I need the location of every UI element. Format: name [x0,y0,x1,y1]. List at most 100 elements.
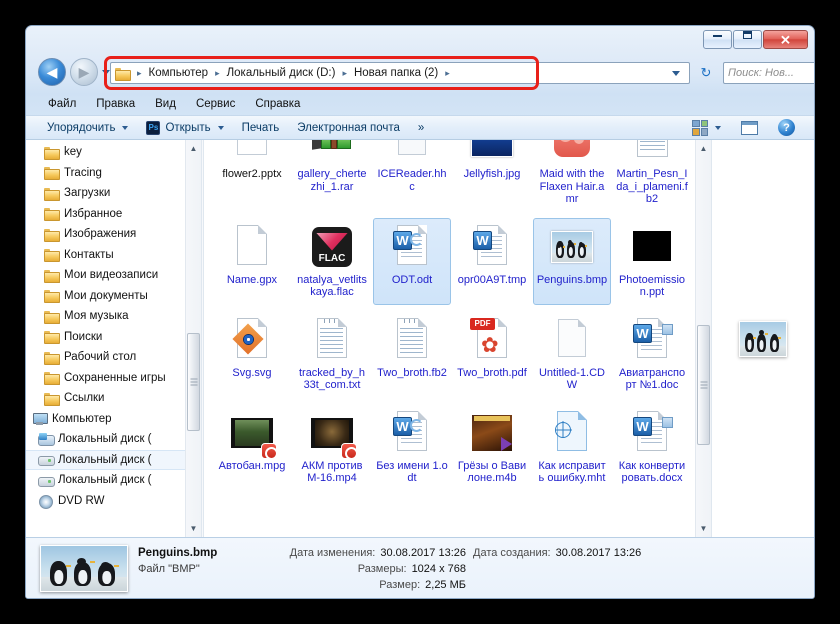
scrollbar-thumb[interactable] [187,333,200,431]
menu-item-edit[interactable]: Правка [86,96,145,112]
file-item[interactable]: Maid with the Flaxen Hair.amr [533,140,611,212]
sidebar-item-11[interactable]: Сохраненные игры [26,368,187,389]
file-item[interactable]: Автобан.mpg [213,404,291,491]
chevron-down-icon [217,125,224,130]
file-item[interactable]: FLAC natalya_vetlitskaya.flac [293,218,371,305]
help-button[interactable]: ? [769,116,804,139]
organize-button[interactable]: Упорядочить [38,119,137,137]
file-item[interactable]: gallery_chertezhi_1.rar [293,140,371,212]
sidebar-item-14[interactable]: Локальный диск ( [26,429,187,450]
file-item[interactable]: Name.gpx [213,218,291,305]
breadcrumb-item-drive[interactable]: Локальный диск (D:) [224,67,339,79]
file-name-label: opr00A9T.tmp [457,273,527,286]
sidebar-item-1[interactable]: Tracing [26,163,187,184]
menu-item-file[interactable]: Файл [38,96,86,112]
sidebar-item-10[interactable]: Рабочий стол [26,347,187,368]
open-label: Открыть [165,121,211,134]
sidebar-item-13[interactable]: Компьютер [26,409,187,430]
sidebar-item-label: Избранное [64,207,123,220]
file-item[interactable]: Photoemission.ppt [613,218,691,305]
file-name-label: Name.gpx [226,273,278,286]
print-button[interactable]: Печать [233,119,289,137]
file-item[interactable]: Martin_Pesn_Ida_i_plameni.fb2 [613,140,691,212]
scroll-down-icon[interactable]: ▼ [696,520,711,537]
file-item[interactable]: Jellyfish.jpg [453,140,531,212]
search-box[interactable]: Поиск: Нов... 🔍 [723,62,814,84]
penguin-beak [66,564,71,567]
sidebar-item-15[interactable]: Локальный диск ( [26,449,187,470]
scroll-up-icon[interactable]: ▲ [186,140,201,157]
sidebar-item-16[interactable]: Локальный диск ( [26,470,187,491]
sidebar-item-label: Сохраненные игры [64,371,166,384]
menu-item-help[interactable]: Справка [245,96,310,112]
close-button[interactable]: ✕ [763,30,808,49]
scroll-up-icon[interactable]: ▲ [696,140,711,157]
sidebar-item-17[interactable]: DVD RW [26,491,187,512]
maximize-button[interactable] [733,30,762,49]
view-options-button[interactable] [683,117,730,139]
penguin-head [101,561,110,569]
file-item[interactable]: Wopr00A9T.tmp [453,218,531,305]
sidebar-item-label: Tracing [64,166,102,179]
breadcrumb-item-computer[interactable]: Компьютер [146,67,212,79]
scrollbar-track[interactable] [696,157,711,520]
folder-icon [44,146,60,160]
overflow-button[interactable]: » [409,119,433,137]
sidebar-item-5[interactable]: Контакты [26,245,187,266]
scrollbar-track[interactable] [186,157,201,520]
sidebar-item-3[interactable]: ★ Избранное [26,204,187,225]
file-item[interactable]: PDF ✿ Two_broth.pdf [453,311,531,398]
file-item[interactable]: Грёзы о Вавилоне.m4b [453,404,531,491]
sidebar-item-8[interactable]: ♪ Моя музыка [26,306,187,327]
file-thumbnail: W [388,409,436,457]
sidebar-item-4[interactable]: Изображения [26,224,187,245]
word-badge-icon: W [633,323,652,343]
minimize-button[interactable] [703,30,732,49]
navigation-scrollbar[interactable]: ▲ ▼ [185,140,201,537]
file-thumbnail [548,223,596,271]
photoshop-icon: Ps [146,120,161,135]
file-item[interactable]: АКМ против М-16.mp4 [293,404,371,491]
scrollbar-thumb[interactable] [697,325,710,445]
file-item[interactable]: flower2.pptx [213,140,291,212]
file-item[interactable]: tracked_by_h33t_com.txt [293,311,371,398]
odt-ring-icon [410,418,423,432]
sidebar-item-6[interactable]: Мои видеозаписи [26,265,187,286]
file-item[interactable]: Untitled-1.CDW [533,311,611,398]
menu-item-tools[interactable]: Сервис [186,96,245,112]
file-item[interactable]: W Авиатранспорт №1.doc [613,311,691,398]
file-item[interactable]: Two_broth.fb2 [373,311,451,398]
file-item[interactable]: Svg.svg [213,311,291,398]
file-item[interactable]: ICEReader.hhc [373,140,451,212]
sidebar-item-12[interactable]: ↱ Ссылки [26,388,187,409]
sidebar-item-label: Рабочий стол [64,351,137,364]
file-list-pane[interactable]: flower2.pptx gallery_chertezhi_1.rar ICERe… [204,140,711,537]
sidebar-item-9[interactable]: ⌕ Поиски [26,327,187,348]
breadcrumb-item-folder[interactable]: Новая папка (2) [351,67,441,79]
menu-item-view[interactable]: Вид [145,96,186,112]
address-bar-wrapper: ▸ Компьютер ▸ Локальный диск (D:) ▸ Нова… [110,62,690,84]
refresh-button[interactable]: ↻ [694,62,718,84]
file-item[interactable]: Как исправить ошибку.mht [533,404,611,491]
address-dropdown-icon[interactable] [672,70,680,76]
sidebar-item-label: Поиски [64,330,103,343]
scroll-down-icon[interactable]: ▼ [186,520,201,537]
open-button[interactable]: Ps Открыть [137,118,232,138]
file-item[interactable]: Penguins.bmp [533,217,611,305]
recent-locations-icon[interactable] [102,70,110,75]
back-button[interactable]: ◀ [38,58,66,86]
sidebar-item-7[interactable]: Мои документы [26,286,187,307]
file-item[interactable]: W ODT.odt [373,217,451,305]
search-input[interactable]: Поиск: Нов... [728,67,814,79]
file-item[interactable]: W Как конвертировать.docx [613,404,691,491]
file-list-scrollbar[interactable]: ▲ ▼ [695,140,711,537]
file-name-label: tracked_by_h33t_com.txt [298,366,366,392]
sidebar-item-2[interactable]: ↓ Загрузки [26,183,187,204]
title-bar[interactable]: ✕ [26,26,814,53]
file-item[interactable]: W Без имени 1.odt [373,404,451,491]
email-button[interactable]: Электронная почта [288,119,409,137]
sidebar-item-0[interactable]: key [26,142,187,163]
forward-button[interactable]: ▶ [70,58,98,86]
preview-pane-button[interactable] [732,118,767,138]
address-bar[interactable]: ▸ Компьютер ▸ Локальный диск (D:) ▸ Нова… [110,62,690,84]
